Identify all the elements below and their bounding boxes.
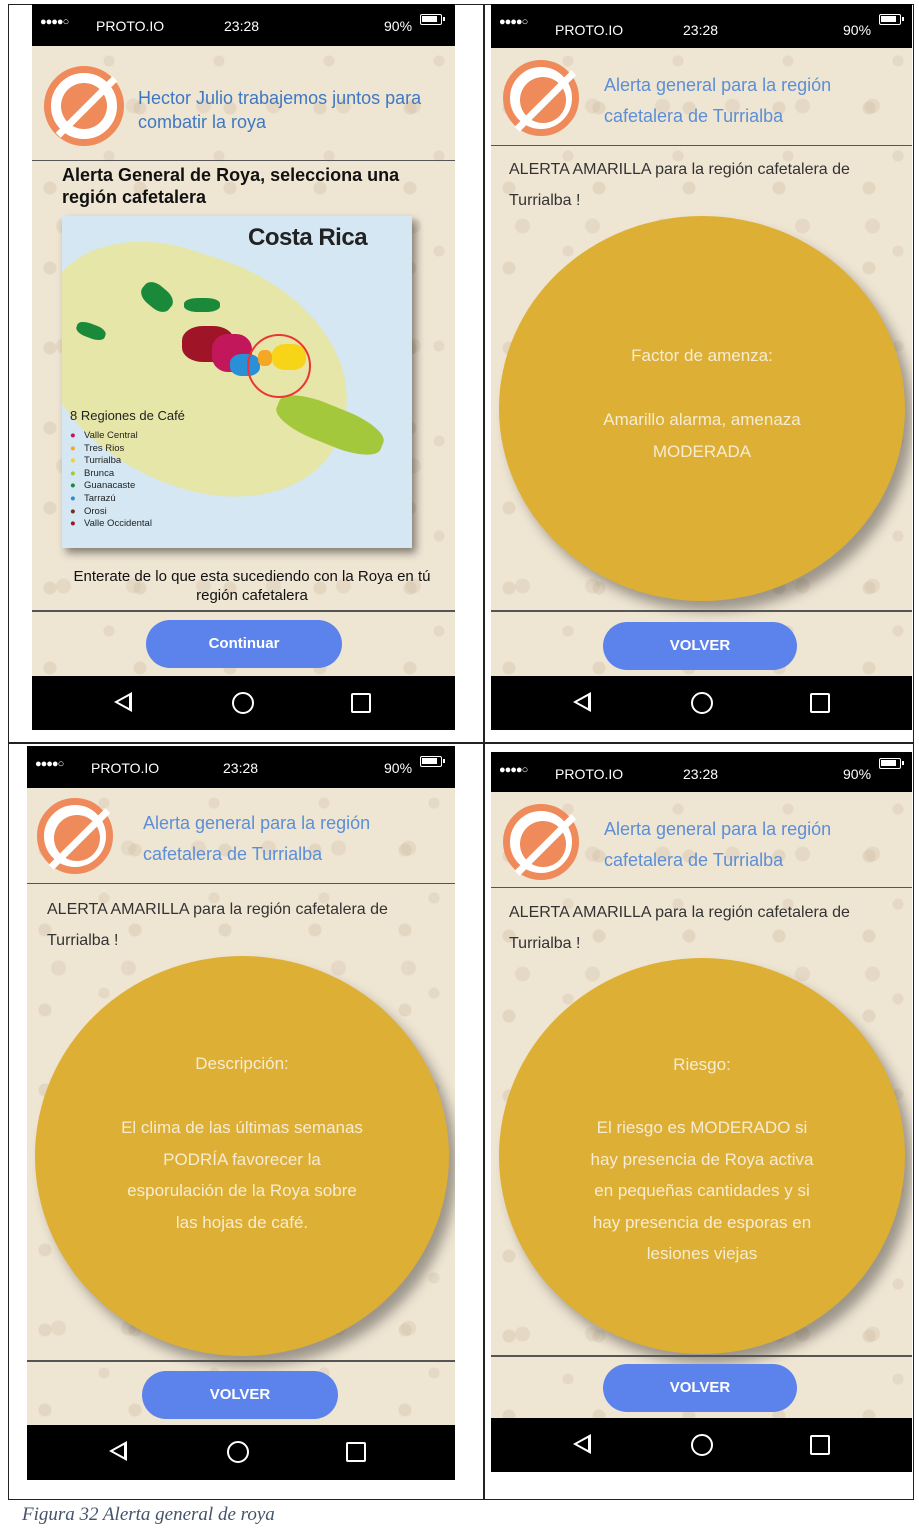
carrier-label: PROTO.IO [555,766,624,782]
no-roya-logo-icon [503,804,579,880]
app-header: Hector Julio trabajemos juntos para comb… [32,46,455,161]
home-icon[interactable] [691,692,713,714]
recent-apps-icon[interactable] [810,1435,830,1455]
circle-label: Descripción: [195,1054,289,1073]
alert-title: Alerta general para la región cafetalera… [604,819,832,870]
back-icon[interactable] [573,1434,591,1454]
circle-label: Factor de amenza: [631,346,773,365]
divider [491,610,912,612]
legend-item[interactable]: Orosi [70,506,152,519]
android-nav-bar [32,676,455,730]
status-bar: ●●●●○ PROTO.IO 23:28 90% [32,4,455,46]
signal-icon: ●●●●○ [499,16,528,28]
no-roya-logo-icon [44,66,124,146]
carrier-label: PROTO.IO [96,18,165,34]
alert-message: ALERTA AMARILLA para la región cafetaler… [509,904,850,952]
figure-caption: Figura 32 Alerta general de roya [22,1504,275,1525]
alert-circle: Descripción: El clima de las últimas sem… [35,956,449,1356]
phone-screen-risk: ●●●●○ PROTO.IO 23:28 90% Alerta general … [491,752,912,1472]
signal-icon: ●●●●○ [40,16,69,28]
back-icon[interactable] [573,692,591,712]
greeting-title: Hector Julio trabajemos juntos para comb… [138,88,422,132]
app-header: Alerta general para la región cafetalera… [491,792,912,888]
phone-screen-threat-factor: ●●●●○ PROTO.IO 23:28 90% Alerta general … [491,4,912,730]
legend-item[interactable]: Valle Occidental [70,518,152,531]
legend-item[interactable]: Tarrazú [70,493,152,506]
battery-percent: 90% [843,766,872,782]
back-button[interactable]: VOLVER [142,1371,338,1419]
recent-apps-icon[interactable] [351,693,371,713]
status-bar: ●●●●○ PROTO.IO 23:28 90% [27,746,455,788]
android-nav-bar [27,1425,455,1480]
phone-screen-description: ●●●●○ PROTO.IO 23:28 90% Alerta general … [27,746,455,1480]
legend-title: 8 Regiones de Café [70,408,185,423]
home-icon[interactable] [232,692,254,714]
back-icon[interactable] [109,1441,127,1461]
region-guanacaste-2[interactable] [184,298,220,312]
circle-body: El riesgo es MODERADO si hay presencia d… [590,1118,814,1263]
battery-icon [420,756,445,767]
alert-message: ALERTA AMARILLA para la región cafetaler… [47,901,388,949]
table-divider-horizontal [9,742,913,744]
app-header: Alerta general para la región cafetalera… [491,48,912,146]
clock: 23:28 [223,760,259,776]
alert-circle: Riesgo: El riesgo es MODERADO si hay pre… [499,958,905,1354]
intro-text: Enterate de lo que esta sucediendo con l… [73,568,431,604]
battery-percent: 90% [384,18,413,34]
table-divider-vertical [483,5,485,1499]
alert-title: Alerta general para la región cafetalera… [143,813,371,864]
android-nav-bar [491,1418,912,1472]
status-bar: ●●●●○ PROTO.IO 23:28 90% [491,4,912,48]
circle-body: Amarillo alarma, amenaza MODERADA [603,410,801,461]
battery-percent: 90% [384,760,413,776]
region-legend: Valle Central Tres Rios Turrialba Brunca… [70,430,152,531]
recent-apps-icon[interactable] [810,693,830,713]
legend-item[interactable]: Guanacaste [70,480,152,493]
divider [491,1355,912,1357]
divider [32,610,455,612]
battery-percent: 90% [843,22,872,38]
clock: 23:28 [224,18,260,34]
back-button[interactable]: VOLVER [603,1364,797,1412]
costa-rica-region-map[interactable]: Costa Rica 8 Regiones de Café Valle Cent… [62,216,412,548]
home-icon[interactable] [227,1441,249,1463]
legend-item[interactable]: Valle Central [70,430,152,443]
android-nav-bar [491,676,912,730]
legend-item[interactable]: Turrialba [70,455,152,468]
battery-icon [420,14,445,25]
battery-icon [879,758,904,769]
clock: 23:28 [683,766,719,782]
divider [27,1360,455,1362]
page-heading: Alerta General de Roya, selecciona una r… [62,165,400,207]
alert-circle: Factor de amenza: Amarillo alarma, amena… [499,216,905,601]
legend-item[interactable]: Brunca [70,468,152,481]
phone-screen-region-select: ●●●●○ PROTO.IO 23:28 90% Hector Julio tr… [32,4,455,730]
app-header: Alerta general para la región cafetalera… [27,788,455,884]
alert-title: Alerta general para la región cafetalera… [604,75,832,126]
signal-icon: ●●●●○ [35,758,64,770]
signal-icon: ●●●●○ [499,764,528,776]
back-icon[interactable] [114,692,132,712]
circle-body: El clima de las últimas semanas PODRÍA f… [121,1118,363,1232]
alert-message: ALERTA AMARILLA para la región cafetaler… [509,161,850,209]
carrier-label: PROTO.IO [555,22,624,38]
status-bar: ●●●●○ PROTO.IO 23:28 90% [491,752,912,792]
continue-button[interactable]: Continuar [146,620,342,668]
no-roya-logo-icon [37,798,113,874]
map-title: Costa Rica [248,224,368,251]
carrier-label: PROTO.IO [91,760,160,776]
recent-apps-icon[interactable] [346,1442,366,1462]
battery-icon [879,14,904,25]
legend-item[interactable]: Tres Rios [70,443,152,456]
selection-crosshair-icon [247,334,311,398]
no-roya-logo-icon [503,60,579,136]
clock: 23:28 [683,22,719,38]
home-icon[interactable] [691,1434,713,1456]
circle-label: Riesgo: [673,1055,731,1074]
back-button[interactable]: VOLVER [603,622,797,670]
